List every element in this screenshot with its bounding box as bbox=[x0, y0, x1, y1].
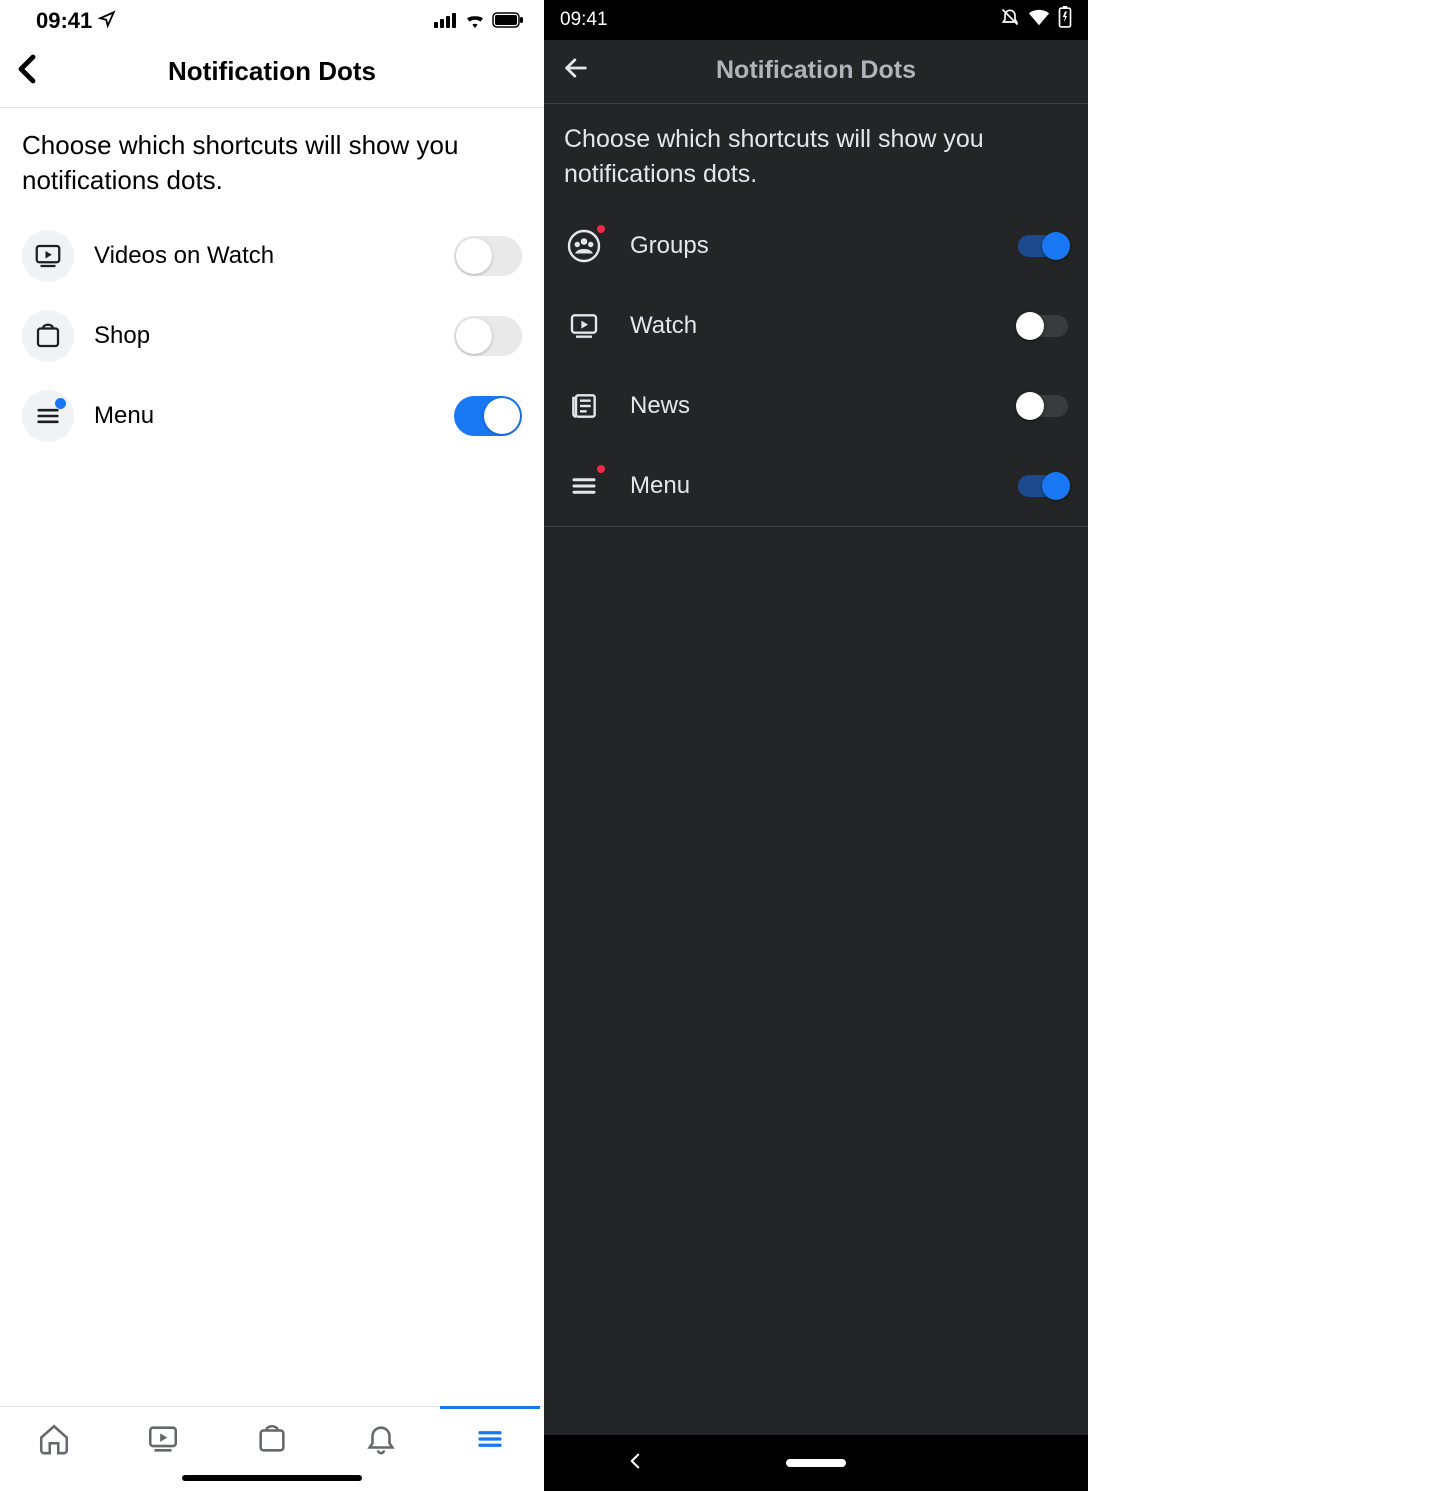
news-icon bbox=[564, 386, 604, 426]
bottom-tab-bar bbox=[0, 1406, 544, 1465]
watch-icon bbox=[22, 230, 74, 282]
notification-dot bbox=[55, 398, 66, 409]
tab-notifications[interactable] bbox=[361, 1419, 401, 1459]
divider bbox=[544, 526, 1088, 527]
toggle-menu[interactable] bbox=[454, 396, 522, 436]
tab-watch[interactable] bbox=[143, 1419, 183, 1459]
row-menu: Menu bbox=[544, 446, 1088, 526]
watch-icon bbox=[564, 306, 604, 346]
row-menu: Menu bbox=[14, 376, 530, 456]
tab-shop[interactable] bbox=[252, 1419, 292, 1459]
row-label: Groups bbox=[630, 232, 992, 260]
page-title: Notification Dots bbox=[596, 56, 1070, 85]
row-label: Menu bbox=[94, 402, 434, 430]
dnd-icon bbox=[1000, 7, 1020, 33]
back-button[interactable] bbox=[18, 54, 48, 89]
nav-back[interactable] bbox=[605, 1453, 665, 1474]
notification-dot bbox=[595, 463, 607, 475]
wifi-icon bbox=[1028, 8, 1050, 32]
battery-icon bbox=[492, 8, 524, 34]
back-button[interactable] bbox=[562, 54, 596, 87]
location-icon bbox=[98, 8, 116, 34]
shortcut-list: Groups Watch News Menu bbox=[544, 206, 1088, 527]
row-videos-on-watch: Videos on Watch bbox=[14, 216, 530, 296]
ios-pane: 09:41 Notification Dots Choose which sho… bbox=[0, 0, 544, 1491]
toggle-groups[interactable] bbox=[1018, 235, 1068, 257]
row-label: Shop bbox=[94, 322, 434, 350]
tab-menu[interactable] bbox=[470, 1419, 510, 1459]
groups-icon bbox=[564, 226, 604, 266]
row-label: News bbox=[630, 392, 992, 420]
row-label: Menu bbox=[630, 472, 992, 500]
menu-icon bbox=[564, 466, 604, 506]
cellular-icon bbox=[434, 8, 458, 34]
row-label: Watch bbox=[630, 312, 992, 340]
shop-icon bbox=[22, 310, 74, 362]
toggle-news[interactable] bbox=[1018, 395, 1068, 417]
battery-icon bbox=[1058, 6, 1072, 34]
android-status-time: 09:41 bbox=[560, 9, 608, 31]
tab-home[interactable] bbox=[34, 1419, 74, 1459]
page-description: Choose which shortcuts will show you not… bbox=[0, 108, 544, 210]
toggle-videos-on-watch[interactable] bbox=[454, 236, 522, 276]
page-description: Choose which shortcuts will show you not… bbox=[544, 104, 1088, 206]
android-status-bar: 09:41 bbox=[544, 0, 1088, 40]
toggle-menu[interactable] bbox=[1018, 475, 1068, 497]
menu-icon bbox=[22, 390, 74, 442]
row-groups: Groups bbox=[544, 206, 1088, 286]
ios-status-bar: 09:41 bbox=[0, 0, 544, 40]
android-pane: 09:41 Notification Dots Choose which sho… bbox=[544, 0, 1088, 1491]
page-title: Notification Dots bbox=[48, 56, 526, 87]
ios-status-time: 09:41 bbox=[36, 8, 92, 34]
row-news: News bbox=[544, 366, 1088, 446]
nav-home[interactable] bbox=[786, 1459, 846, 1467]
shortcut-list: Videos on Watch Shop Menu bbox=[0, 210, 544, 462]
toggle-shop[interactable] bbox=[454, 316, 522, 356]
toggle-watch[interactable] bbox=[1018, 315, 1068, 337]
row-watch: Watch bbox=[544, 286, 1088, 366]
android-nav-bar bbox=[544, 1435, 1088, 1491]
row-shop: Shop bbox=[14, 296, 530, 376]
wifi-icon bbox=[464, 8, 486, 34]
row-label: Videos on Watch bbox=[94, 242, 434, 270]
home-indicator[interactable] bbox=[182, 1475, 362, 1481]
notification-dot bbox=[595, 223, 607, 235]
